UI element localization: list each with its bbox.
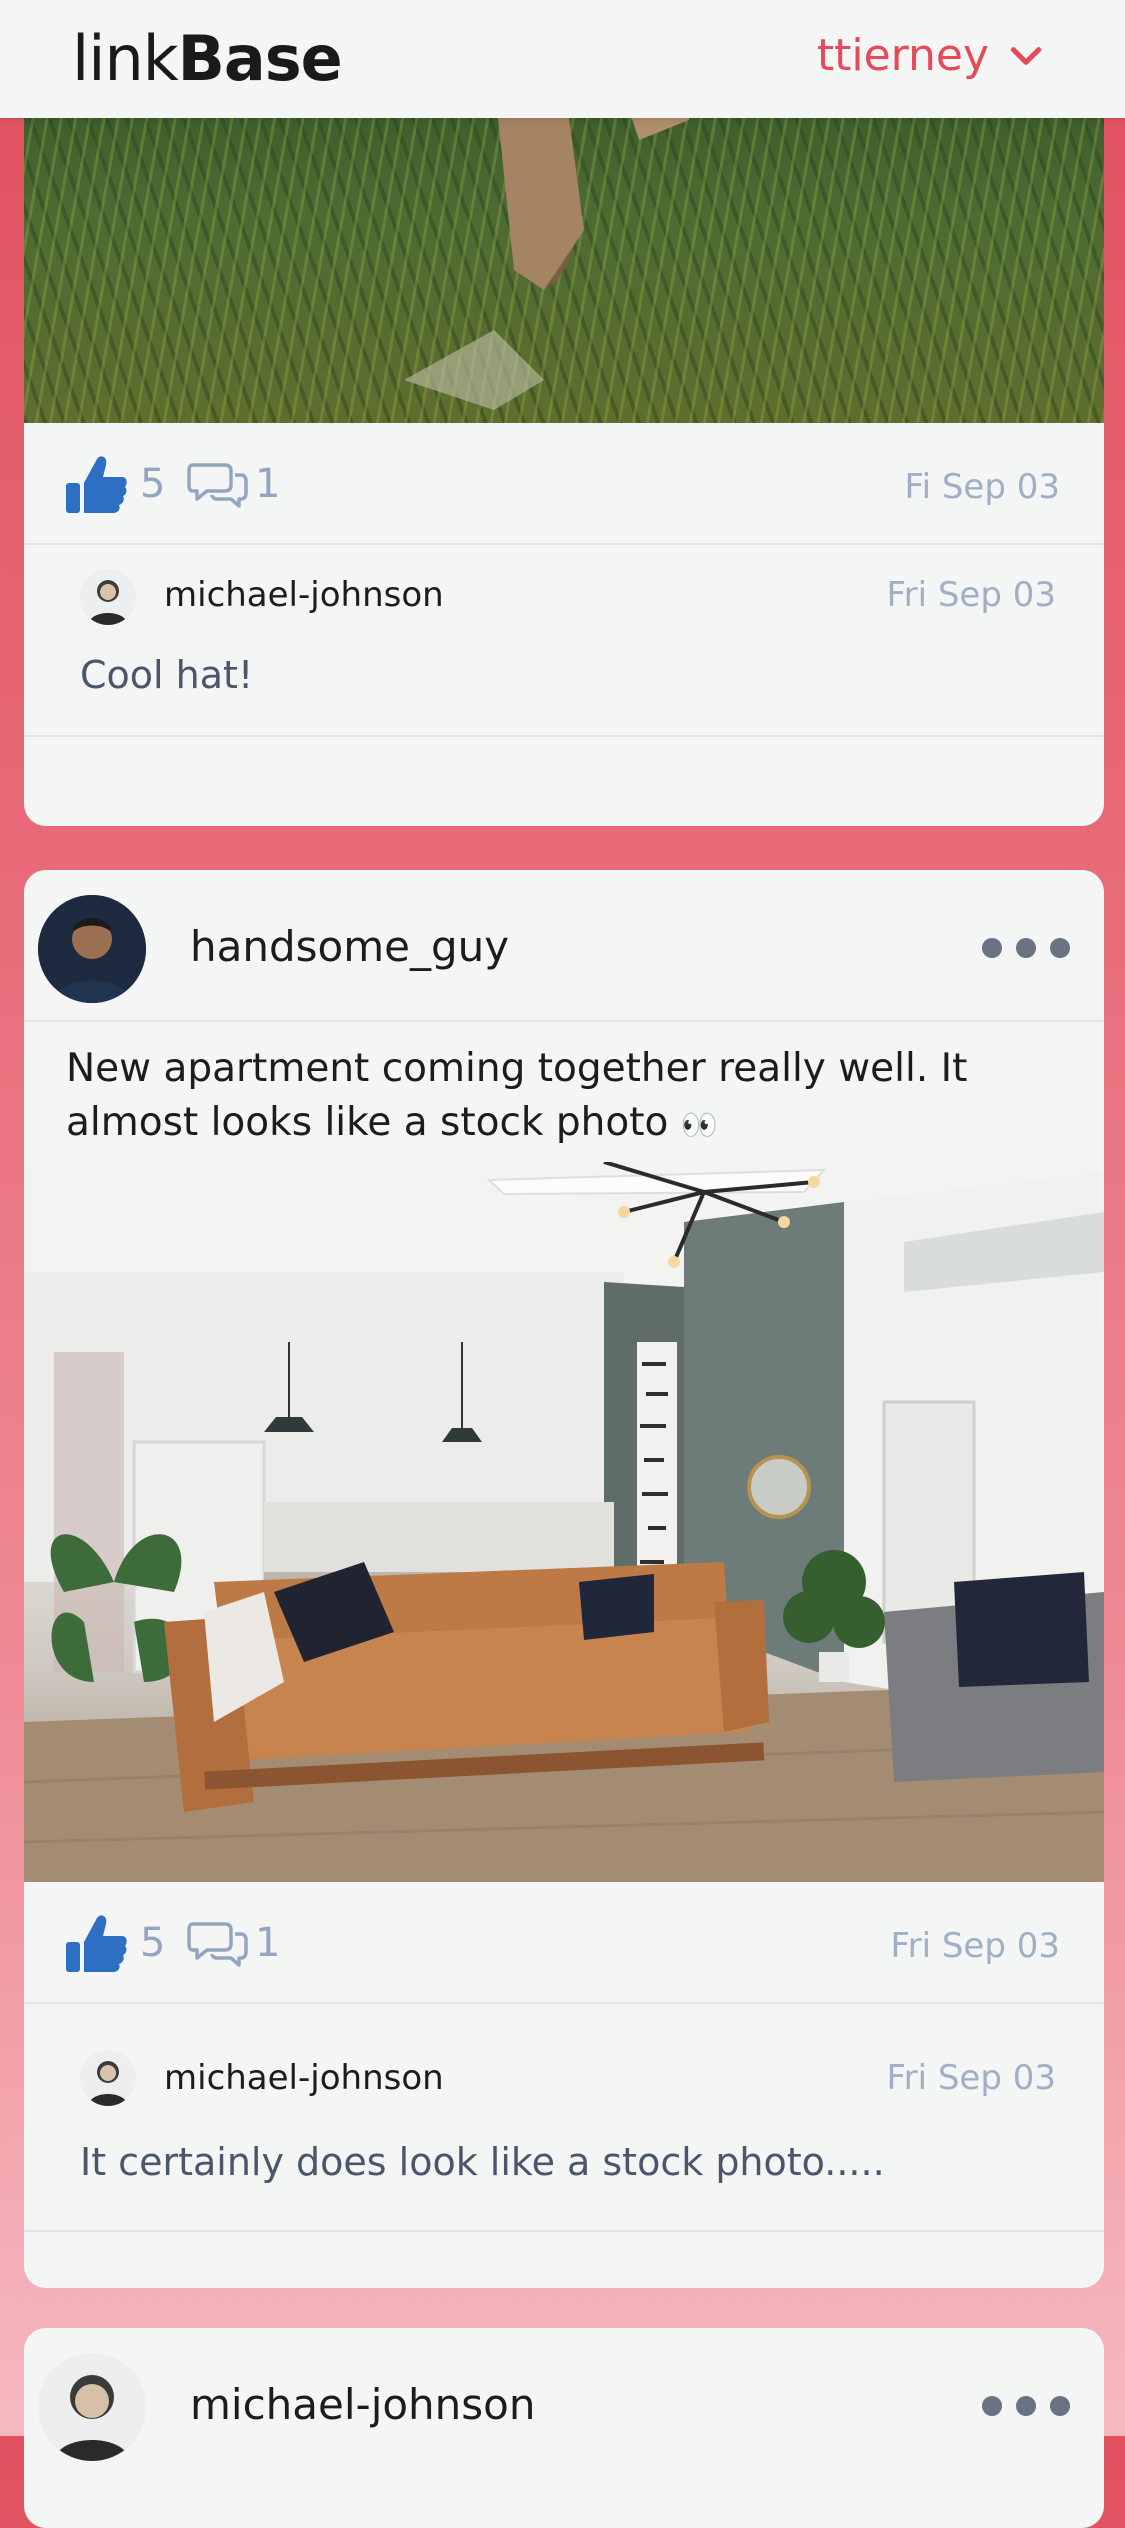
logo[interactable]: linkBase [72,22,343,95]
caption-text: New apartment coming together really wel… [66,1046,968,1145]
comment-text: Cool hat! [80,653,254,697]
like-count: 5 [140,461,166,507]
commenter-avatar[interactable] [80,569,136,625]
dot-icon [1016,938,1036,958]
comment-button[interactable]: 1 [187,1918,280,1968]
like-count: 5 [140,1920,166,1966]
like-button[interactable]: 5 [64,1912,165,1974]
author-avatar[interactable] [38,895,146,1003]
post-card: handsome_guy New apartment coming togeth… [24,870,1104,2288]
dot-icon [1050,938,1070,958]
comment-button[interactable]: 1 [187,459,280,509]
app-header: linkBase ttierney [0,0,1125,118]
dot-icon [1050,2396,1070,2416]
post-username[interactable]: michael-johnson [190,2380,536,2429]
avatar-image [38,2353,146,2461]
more-options-button[interactable] [982,2396,1070,2416]
comment-date: Fri Sep 03 [886,575,1056,615]
post-card: michael-johnson [24,2328,1104,2528]
post-actions: 5 1 Fri Sep 03 [24,1882,1104,2004]
dot-icon [982,938,1002,958]
logo-text-base: Base [177,22,343,95]
comment-username[interactable]: michael-johnson [164,575,444,615]
comments-icon [187,1922,248,1967]
logo-text-link: link [72,22,179,95]
like-button[interactable]: 5 [64,453,165,515]
author-avatar[interactable] [38,2353,146,2461]
eyes-emoji: 👀 [680,1108,719,1143]
post-username[interactable]: handsome_guy [190,922,509,971]
post-header: handsome_guy [24,870,1104,1022]
grass-photo-detail [404,80,689,410]
commenter-avatar[interactable] [80,2050,136,2106]
comment-username[interactable]: michael-johnson [164,2058,444,2098]
comment-count: 1 [255,1920,281,1966]
chevron-down-icon [1010,46,1042,65]
post-actions: 5 1 Fi Sep 03 [24,423,1104,545]
post-header: michael-johnson [24,2328,1104,2478]
user-menu[interactable]: ttierney [817,30,1045,81]
dot-icon [1016,2396,1036,2416]
comment-count: 1 [255,461,281,507]
post-caption: New apartment coming together really wel… [66,1042,1066,1153]
post-image[interactable] [24,80,1104,423]
living-room-photo-detail [24,1162,1104,1882]
comment-date: Fri Sep 03 [886,2058,1056,2098]
more-options-button[interactable] [982,938,1070,958]
avatar-image [38,895,146,1003]
username: ttierney [816,30,989,81]
post-date: Fi Sep 03 [904,467,1061,507]
comment-item: michael-johnson Fri Sep 03 It certainly … [24,2004,1104,2232]
comments-icon [187,463,248,508]
dot-icon [982,2396,1002,2416]
post-date: Fri Sep 03 [890,1926,1060,1966]
comment-text: It certainly does look like a stock phot… [80,2140,885,2184]
comment-item: michael-johnson Fri Sep 03 Cool hat! [24,545,1104,737]
avatar-image [88,580,128,625]
avatar-image [88,2061,128,2106]
post-image[interactable] [24,1162,1104,1882]
thumbs-up-icon [66,1915,127,1972]
post-card: 5 1 Fi Sep 03 michael-johnson Fri Sep 03… [24,80,1104,826]
thumbs-up-icon [66,456,127,513]
